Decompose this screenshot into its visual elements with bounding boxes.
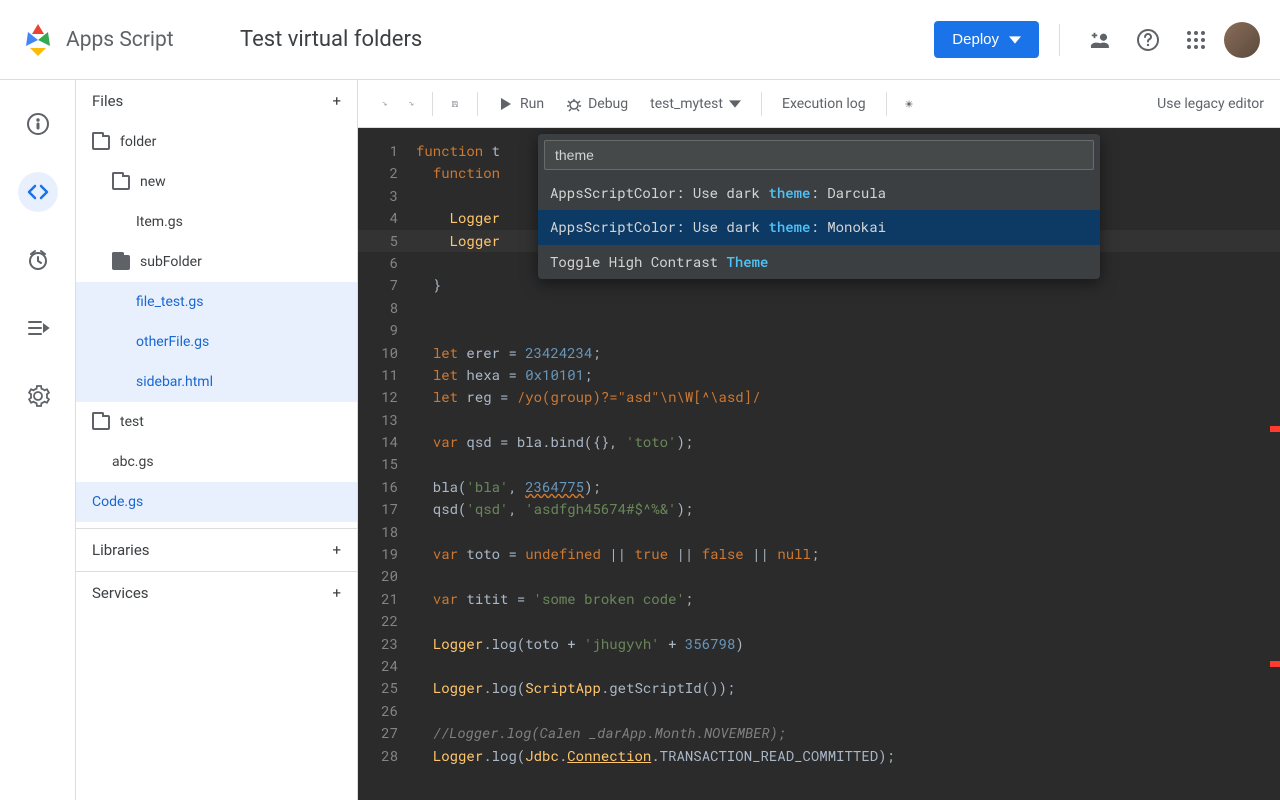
editor-toolbar: Run Debug test_mytest Execution log Use … xyxy=(358,80,1280,128)
command-palette-item[interactable]: AppsScriptColor: Use dark theme: Monokai xyxy=(538,210,1100,244)
item-label: otherFile.gs xyxy=(136,334,209,350)
error-marker[interactable] xyxy=(1270,426,1280,432)
add-library-button[interactable]: + xyxy=(332,543,341,558)
product-name: Apps Script xyxy=(66,28,174,52)
function-selector[interactable]: test_mytest xyxy=(642,90,749,118)
redo-icon[interactable] xyxy=(400,94,420,114)
divider xyxy=(477,92,478,116)
debug-button[interactable]: Debug xyxy=(558,90,636,118)
command-palette-list: AppsScriptColor: Use dark theme: Darcula… xyxy=(538,176,1100,279)
services-header: Services + xyxy=(76,571,357,614)
undo-icon[interactable] xyxy=(374,94,394,114)
user-avatar[interactable] xyxy=(1224,22,1260,58)
files-sidebar: Files + folder new Item.gs subFolder file_te… xyxy=(76,80,358,800)
folder-icon xyxy=(92,415,110,430)
folder-row[interactable]: new xyxy=(76,162,357,202)
appearance-icon[interactable] xyxy=(899,94,919,114)
files-header: Files + xyxy=(76,80,357,122)
project-title[interactable]: Test virtual folders xyxy=(240,27,934,52)
apps-script-logo-icon xyxy=(20,22,56,58)
chevron-down-icon xyxy=(1009,34,1021,46)
item-label: file_test.gs xyxy=(136,294,204,310)
folder-row[interactable]: test xyxy=(76,402,357,442)
code-editor[interactable]: 1234567891011121314151617181920212223242… xyxy=(358,128,1280,800)
file-row[interactable]: file_test.gs xyxy=(76,282,357,322)
folder-icon xyxy=(92,135,110,150)
add-service-button[interactable]: + xyxy=(332,586,341,601)
function-name: test_mytest xyxy=(650,96,723,112)
play-icon xyxy=(498,96,514,112)
item-label: sidebar.html xyxy=(136,374,213,390)
chevron-down-icon xyxy=(729,98,741,110)
item-label: Code.gs xyxy=(92,494,143,510)
line-gutter: 1234567891011121314151617181920212223242… xyxy=(358,140,416,767)
services-label: Services xyxy=(92,584,149,602)
run-label: Run xyxy=(520,96,544,112)
divider xyxy=(761,92,762,116)
rail-editor[interactable] xyxy=(18,172,58,212)
run-button[interactable]: Run xyxy=(490,90,552,118)
item-label: new xyxy=(140,174,166,190)
add-file-button[interactable]: + xyxy=(332,94,341,109)
command-palette-input[interactable] xyxy=(544,140,1094,170)
divider xyxy=(1059,24,1060,56)
use-legacy-editor-link[interactable]: Use legacy editor xyxy=(1157,96,1264,112)
execution-log-label: Execution log xyxy=(782,96,866,112)
file-row[interactable]: sidebar.html xyxy=(76,362,357,402)
folder-icon xyxy=(112,255,130,270)
folder-row[interactable]: subFolder xyxy=(76,242,357,282)
debug-label: Debug xyxy=(588,96,628,112)
command-palette-item[interactable]: Toggle High Contrast Theme xyxy=(538,245,1100,279)
bug-icon xyxy=(566,96,582,112)
item-label: abc.gs xyxy=(112,454,154,470)
libraries-header: Libraries + xyxy=(76,528,357,571)
item-label: subFolder xyxy=(140,254,202,270)
divider xyxy=(432,92,433,116)
rail-triggers[interactable] xyxy=(18,240,58,280)
file-row[interactable]: Code.gs xyxy=(76,482,357,522)
file-row[interactable]: abc.gs xyxy=(76,442,357,482)
folder-row[interactable]: folder xyxy=(76,122,357,162)
item-label: Item.gs xyxy=(136,214,183,230)
folder-icon xyxy=(112,175,130,190)
deploy-button[interactable]: Deploy xyxy=(934,21,1039,58)
command-palette: AppsScriptColor: Use dark theme: Darcula… xyxy=(538,134,1100,279)
file-row[interactable]: Item.gs xyxy=(76,202,357,242)
save-icon[interactable] xyxy=(445,94,465,114)
files-tree: folder new Item.gs subFolder file_test.gsoth… xyxy=(76,122,357,528)
files-label: Files xyxy=(92,92,123,110)
help-icon[interactable] xyxy=(1128,20,1168,60)
libraries-label: Libraries xyxy=(92,541,150,559)
item-label: folder xyxy=(120,134,156,150)
command-palette-item[interactable]: AppsScriptColor: Use dark theme: Darcula xyxy=(538,176,1100,210)
apps-grid-icon[interactable] xyxy=(1176,20,1216,60)
item-label: test xyxy=(120,414,144,430)
rail-executions[interactable] xyxy=(18,308,58,348)
deploy-label: Deploy xyxy=(952,31,999,48)
rail-overview[interactable] xyxy=(18,104,58,144)
execution-log-button[interactable]: Execution log xyxy=(774,90,874,118)
left-rail xyxy=(0,80,76,800)
error-marker[interactable] xyxy=(1270,661,1280,667)
file-row[interactable]: otherFile.gs xyxy=(76,322,357,362)
rail-settings[interactable] xyxy=(18,376,58,416)
divider xyxy=(886,92,887,116)
share-icon[interactable] xyxy=(1080,20,1120,60)
